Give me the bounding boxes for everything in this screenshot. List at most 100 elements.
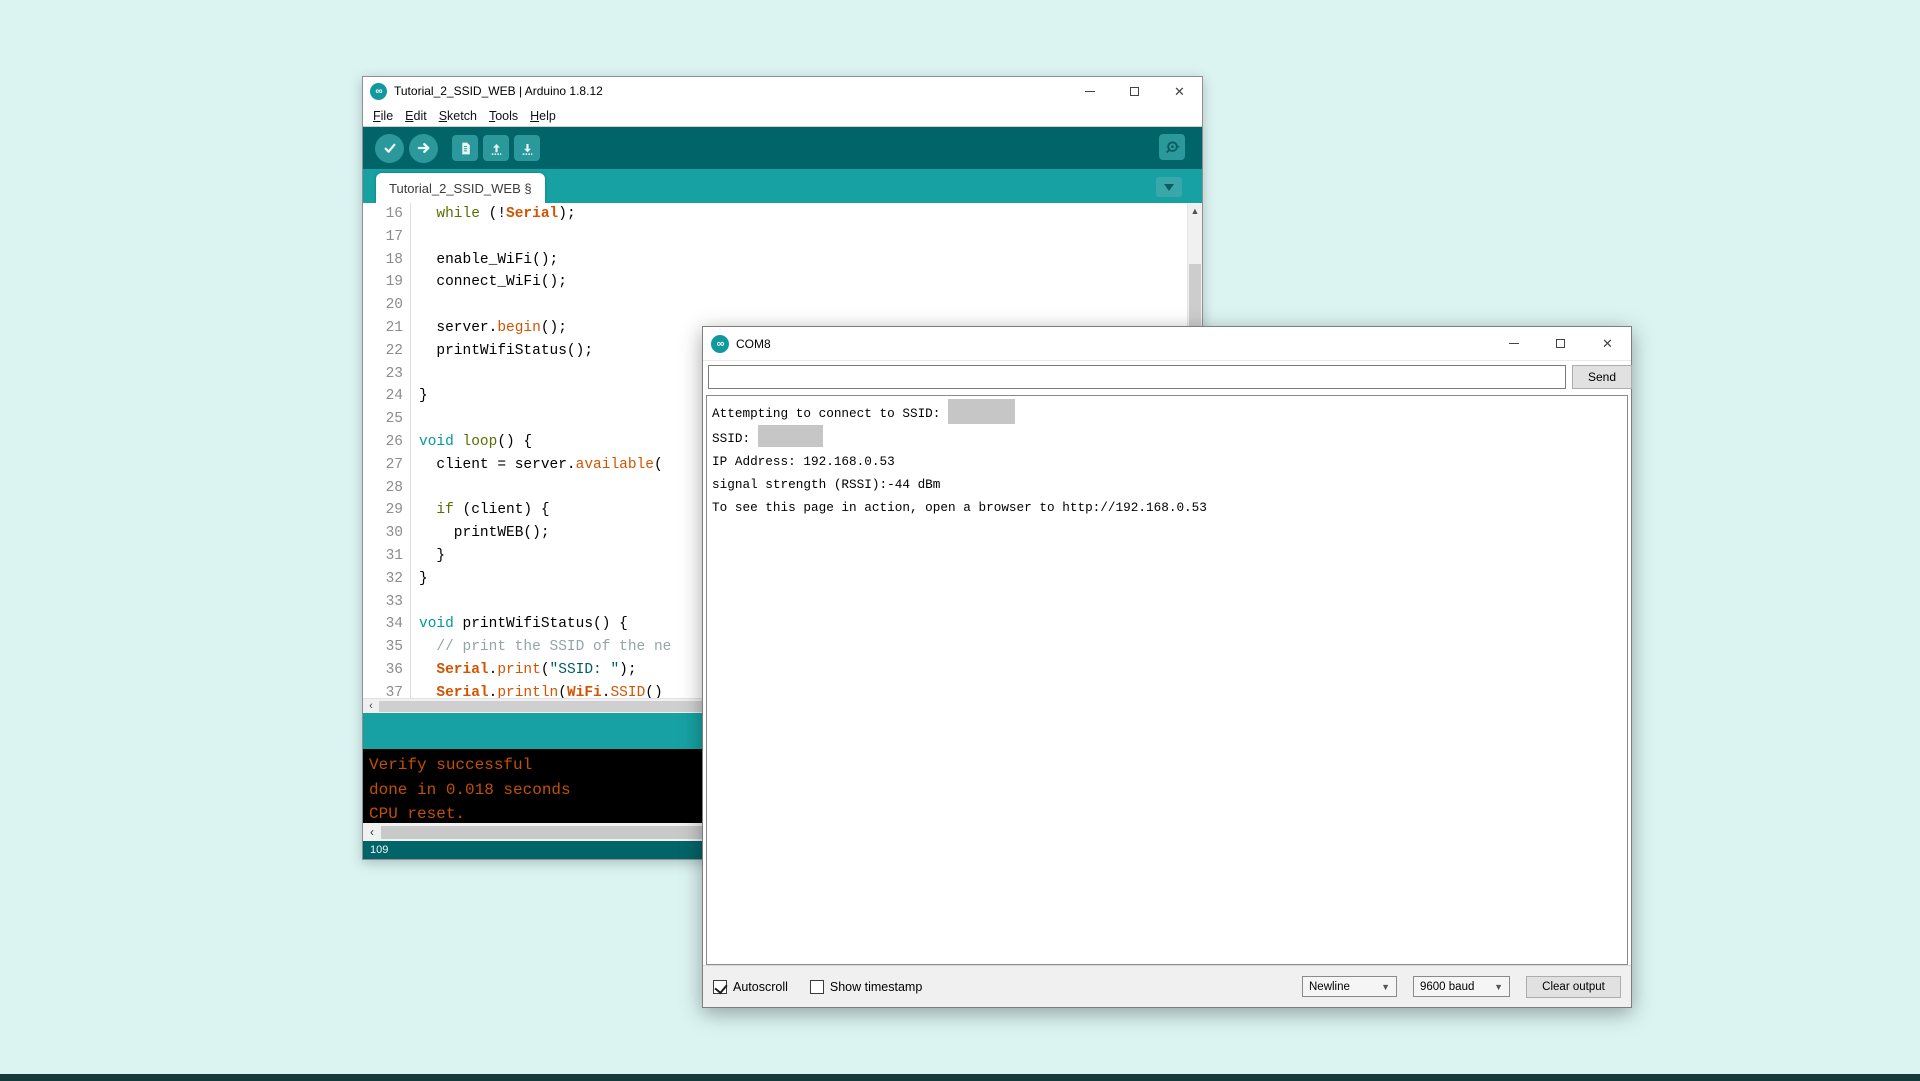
up-arrow-icon [489,141,504,156]
code-text: void printWifiStatus() { [411,613,628,636]
serial-close-button[interactable]: ✕ [1584,327,1631,360]
taskbar-strip [0,1074,1920,1081]
line-number: 17 [363,226,411,249]
new-sketch-button[interactable] [452,135,478,161]
line-number: 19 [363,271,411,294]
board-status-value: 109 [363,844,388,856]
redacted-ssid-box [758,425,823,447]
tab-list-dropdown-button[interactable] [1156,177,1182,197]
menu-file[interactable]: File [367,109,399,123]
line-number: 24 [363,385,411,408]
code-text: server.begin(); [411,317,567,340]
code-text: Serial.print("SSID: "); [411,659,637,682]
serial-maximize-button[interactable] [1537,327,1584,360]
scroll-left-icon[interactable]: ‹ [363,699,379,713]
autoscroll-checkbox[interactable] [713,980,727,994]
code-text: while (!Serial); [411,203,576,226]
line-number: 36 [363,659,411,682]
serial-monitor-window: ∞ COM8 ✕ Send Attempting to connect to S… [702,326,1632,1008]
code-line: 20 [363,294,1187,317]
line-number: 34 [363,613,411,636]
line-number: 18 [363,249,411,272]
save-button[interactable] [514,135,540,161]
code-text [411,294,419,317]
minimize-icon [1509,343,1519,344]
serial-send-input[interactable] [708,365,1566,389]
autoscroll-option[interactable]: Autoscroll [713,980,788,994]
scroll-left-icon[interactable]: ‹ [363,825,381,839]
serial-input-row: Send [703,361,1631,395]
ide-menubar: FileEditSketchToolsHelp [363,105,1202,127]
line-number: 25 [363,408,411,431]
code-text [411,477,419,500]
close-icon: ✕ [1602,337,1613,350]
arduino-logo-icon: ∞ [370,83,387,100]
line-number: 28 [363,477,411,500]
serial-output-line: To see this page in action, open a brows… [712,496,1622,519]
verify-button[interactable] [375,134,404,163]
menu-help[interactable]: Help [524,109,562,123]
ide-minimize-button[interactable] [1067,77,1112,105]
menu-sketch[interactable]: Sketch [433,109,483,123]
line-ending-value: Newline [1309,981,1350,993]
magnifier-icon [1164,139,1181,156]
baud-rate-select[interactable]: 9600 baud ▼ [1413,976,1510,997]
open-button[interactable] [483,135,509,161]
line-number: 33 [363,591,411,614]
line-ending-select[interactable]: Newline ▼ [1302,976,1397,997]
serial-output-line: SSID: [712,425,1622,450]
ide-close-button[interactable]: ✕ [1157,77,1202,105]
chevron-down-icon: ▼ [1494,982,1503,992]
line-number: 16 [363,203,411,226]
ide-toolbar [363,127,1202,169]
code-text: connect_WiFi(); [411,271,567,294]
serial-window-title: COM8 [736,337,771,351]
code-text: if (client) { [411,499,550,522]
scroll-up-icon[interactable]: ▲ [1188,203,1202,219]
code-text: printWEB(); [411,522,550,545]
code-text: } [411,385,428,408]
tab-tutorial-2-ssid-web[interactable]: Tutorial_2_SSID_WEB § [376,173,545,203]
code-text: printWifiStatus(); [411,340,593,363]
serial-titlebar[interactable]: ∞ COM8 ✕ [703,327,1631,361]
maximize-icon [1556,339,1565,348]
code-text [411,408,419,431]
line-number: 35 [363,636,411,659]
down-arrow-icon [520,141,535,156]
line-number: 30 [363,522,411,545]
code-line: 16 while (!Serial); [363,203,1187,226]
clear-output-button[interactable]: Clear output [1526,976,1621,998]
serial-output-line: signal strength (RSSI):-44 dBm [712,473,1622,496]
code-line: 19 connect_WiFi(); [363,271,1187,294]
baud-rate-value: 9600 baud [1420,981,1474,993]
menu-edit[interactable]: Edit [399,109,433,123]
code-text [411,226,419,249]
redacted-ssid-box [948,399,1015,424]
ide-tabbar: Tutorial_2_SSID_WEB § [363,169,1202,203]
serial-output-line: IP Address: 192.168.0.53 [712,450,1622,473]
send-button[interactable]: Send [1572,365,1632,389]
chevron-down-icon [1164,184,1174,191]
line-number: 29 [363,499,411,522]
code-text: } [411,545,445,568]
line-number: 31 [363,545,411,568]
check-icon [382,140,398,156]
serial-output-line: Attempting to connect to SSID: [712,399,1622,425]
line-number: 22 [363,340,411,363]
ide-maximize-button[interactable] [1112,77,1157,105]
serial-monitor-button[interactable] [1159,134,1185,160]
code-line: 18 enable_WiFi(); [363,249,1187,272]
show-timestamp-checkbox[interactable] [810,980,824,994]
arduino-logo-icon: ∞ [711,335,729,353]
ide-titlebar[interactable]: ∞ Tutorial_2_SSID_WEB | Arduino 1.8.12 ✕ [363,77,1202,105]
serial-bottombar: Autoscroll Show timestamp Newline ▼ 9600… [703,965,1631,1007]
line-number: 27 [363,454,411,477]
serial-minimize-button[interactable] [1490,327,1537,360]
desktop: ∞ Tutorial_2_SSID_WEB | Arduino 1.8.12 ✕… [0,0,1920,1081]
line-number: 21 [363,317,411,340]
menu-tools[interactable]: Tools [483,109,524,123]
show-timestamp-option[interactable]: Show timestamp [810,980,922,994]
upload-button[interactable] [409,134,438,163]
ide-window-title: Tutorial_2_SSID_WEB | Arduino 1.8.12 [394,84,603,98]
line-number: 37 [363,682,411,698]
